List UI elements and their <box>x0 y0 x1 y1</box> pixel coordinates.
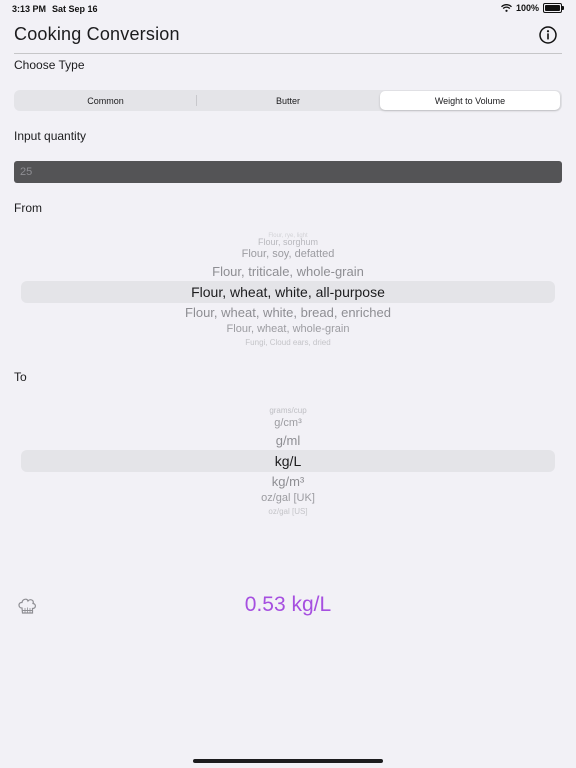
to-label: To <box>14 370 27 384</box>
choose-type-label: Choose Type <box>14 58 85 72</box>
quantity-input[interactable]: 25 <box>14 161 562 183</box>
page-title: Cooking Conversion <box>14 24 180 44</box>
status-time: 3:13 PM <box>12 4 47 14</box>
from-picker[interactable]: Flour, rye, light Flour, sorghum Flour, … <box>14 228 562 350</box>
from-picker-item[interactable]: Fungi, Cloud ears, dried <box>14 338 562 347</box>
status-date: Sat Sep 16 <box>52 4 98 14</box>
segment-butter[interactable]: Butter <box>197 91 379 110</box>
from-picker-item[interactable]: Flour, wheat, whole-grain <box>14 323 562 335</box>
type-segmented-control: Common Butter Weight to Volume <box>14 90 562 111</box>
status-right: 100% <box>501 3 564 13</box>
to-picker[interactable]: grams/cup g/cm³ g/ml kg/L kg/m³ oz/gal [… <box>14 398 562 520</box>
to-picker-item[interactable]: kg/m³ <box>14 474 562 489</box>
battery-percent: 100% <box>515 3 539 13</box>
wifi-icon <box>501 4 512 12</box>
to-picker-item[interactable]: grams/cup <box>14 406 562 415</box>
from-label: From <box>14 201 42 215</box>
segment-weight-to-volume[interactable]: Weight to Volume <box>380 91 560 110</box>
battery-icon <box>543 3 564 13</box>
to-picker-item[interactable]: g/ml <box>14 433 562 448</box>
from-picker-selected-item[interactable]: Flour, wheat, white, all-purpose <box>14 284 562 300</box>
to-picker-item[interactable]: oz/gal [US] <box>14 507 562 516</box>
header-divider <box>14 53 562 54</box>
to-picker-item[interactable]: g/cm³ <box>14 417 562 429</box>
status-bar: 3:13 PM Sat Sep 16 100% <box>0 0 576 18</box>
conversion-result: 0.53 kg/L <box>244 593 332 616</box>
from-picker-item[interactable]: Flour, sorghum <box>14 237 562 247</box>
home-indicator[interactable] <box>193 759 383 763</box>
to-picker-item[interactable]: oz/gal [UK] <box>14 492 562 504</box>
from-picker-item[interactable]: Flour, soy, defatted <box>14 248 562 260</box>
from-picker-item[interactable]: Flour, wheat, white, bread, enriched <box>14 305 562 320</box>
segment-common[interactable]: Common <box>15 91 196 110</box>
input-quantity-label: Input quantity <box>14 129 87 143</box>
from-picker-item[interactable]: Flour, triticale, whole-grain <box>14 264 562 279</box>
info-circle-icon[interactable] <box>539 26 557 44</box>
to-picker-selected-item[interactable]: kg/L <box>14 453 562 469</box>
